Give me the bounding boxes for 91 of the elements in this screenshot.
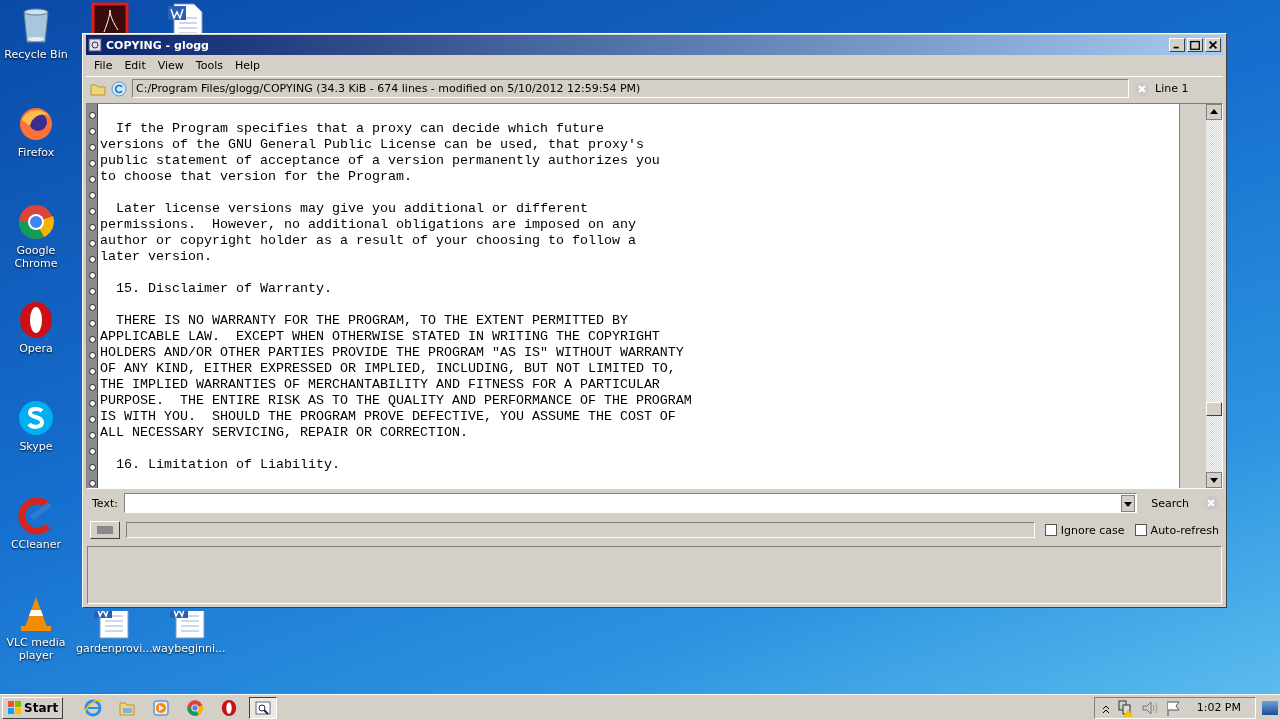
line-marker-dot: [89, 256, 96, 263]
text-line: author or copyright holder as a result of your choosing to follow a: [100, 233, 636, 248]
menu-item[interactable]: Edit: [118, 58, 152, 72]
network-warning-icon[interactable]: [1116, 698, 1135, 717]
text-line: THE IMPLIED WARRANTIES OF MERCHANTABILITY AND FITNESS FOR A PARTICULAR: [100, 377, 660, 392]
text-line: permissions. However, no additional obligations are imposed on any: [100, 217, 636, 232]
text-line: to choose that version for the Program.: [100, 169, 412, 184]
chrome-icon[interactable]: [16, 202, 56, 242]
text-line: IS WITH YOU. SHOULD THE PROGRAM PROVE DEFECTIVE, YOU ASSUME THE COST OF: [100, 409, 676, 424]
checkbox-label[interactable]: Ignore case: [1060, 523, 1125, 537]
chrome-icon: [186, 698, 205, 717]
window-title: COPYING - glogg: [106, 38, 210, 52]
opera-icon: [220, 698, 239, 717]
text-line: public statement of acceptance of a version permanently authorizes you: [100, 153, 660, 168]
menu-item[interactable]: Help: [228, 58, 267, 72]
minimize-button[interactable]: [1169, 38, 1185, 52]
internet-explorer-icon: [84, 698, 103, 717]
desktop-icon-label[interactable]: Recycle Bin: [0, 48, 72, 61]
text-line: If the Program specifies that a proxy can decide which future: [115, 121, 604, 136]
line-marker-dot: [89, 144, 96, 151]
line-marker-dot: [89, 224, 96, 231]
text-line: OF ANY KIND, EITHER EXPRESSED OR IMPLIED, INCLUDING, BUT NOT LIMITED TO,: [100, 361, 676, 376]
desktop-icon-label[interactable]: Google Chrome: [0, 244, 72, 270]
text-line: versions of the GNU General Public License can be used, that proxy's: [100, 137, 644, 152]
menu-item[interactable]: File: [88, 58, 119, 72]
text-line: 15. Disclaimer of Warranty.: [115, 281, 332, 296]
text-label: Text:: [92, 496, 118, 510]
line-number-label: Line 1: [1155, 82, 1190, 95]
media-player-icon: [152, 698, 171, 717]
word-document-icon[interactable]: [92, 611, 132, 640]
desktop-icon-label[interactable]: Opera: [0, 342, 72, 355]
taskbar-button[interactable]: [249, 696, 278, 719]
word-document-icon[interactable]: [168, 611, 208, 640]
text-line: HOLDERS AND/OR OTHER PARTIES PROVIDE THE PROGRAM "AS IS" WITHOUT WARRANTY: [100, 345, 684, 360]
text-line: PURPOSE. THE ENTIRE RISK AS TO THE QUALITY AND PERFORMANCE OF THE PROGRAM: [100, 393, 692, 408]
line-marker-dot: [89, 288, 96, 295]
file-info-field: C:/Program Files/glogg/COPYING (34.3 KiB - 674 lines - modified on 5/10/2012 12:59:54 PM): [132, 79, 1129, 98]
line-marker-dot: [89, 480, 96, 487]
flag-icon[interactable]: [1164, 698, 1181, 717]
line-marker-dot: [89, 128, 96, 135]
skype-icon[interactable]: [16, 398, 56, 438]
app-icon: [88, 38, 102, 52]
text-line: Later license versions may give you additional or different: [115, 201, 588, 216]
line-marker-dot: [89, 240, 96, 247]
line-marker-dot: [89, 400, 96, 407]
search-combo-field[interactable]: [123, 493, 1138, 513]
reload-icon[interactable]: [111, 80, 127, 97]
pdf-file-icon[interactable]: [90, 2, 130, 34]
desktop-icon-label[interactable]: Firefox: [0, 146, 72, 159]
line-marker-dot: [89, 448, 96, 455]
log-viewer-icon: [254, 698, 273, 717]
search-button[interactable]: Search: [1143, 494, 1197, 512]
line-marker-dot: [89, 432, 96, 439]
windows-logo-icon: [7, 699, 22, 716]
line-marker-dot: [89, 112, 96, 119]
desktop-icon-label[interactable]: CCleaner: [0, 538, 72, 551]
text-line: 16. Limitation of Liability.: [115, 457, 340, 472]
line-marker-dot: [89, 352, 96, 359]
line-marker-dot: [89, 176, 96, 183]
text-line: later version.: [100, 249, 212, 264]
menu-item[interactable]: Tools: [189, 58, 229, 72]
line-marker-dot: [89, 272, 96, 279]
text-line: ALL NECESSARY SERVICING, REPAIR OR CORRECTION.: [100, 425, 468, 440]
line-marker-dot: [89, 208, 96, 215]
line-marker-dot: [89, 368, 96, 375]
line-marker-dot: [89, 304, 96, 311]
word-document-icon[interactable]: [166, 2, 206, 34]
checkbox[interactable]: [1134, 524, 1147, 536]
clock[interactable]: 1:02 PM: [1196, 701, 1241, 714]
desktop-icon-label[interactable]: Skype: [0, 440, 72, 453]
menu-item[interactable]: View: [151, 58, 190, 72]
filter-toggle-button[interactable]: [90, 521, 120, 539]
start-button[interactable]: Start: [2, 696, 64, 719]
line-marker-dot: [89, 160, 96, 167]
close-button[interactable]: [1205, 38, 1221, 52]
maximize-button[interactable]: [1187, 38, 1203, 52]
desktop-icon-label[interactable]: VLC media player: [0, 636, 72, 662]
checkbox-label[interactable]: Auto-refresh: [1150, 523, 1219, 537]
line-marker-dot: [89, 336, 96, 343]
line-marker-dot: [89, 320, 96, 327]
line-marker-dot: [89, 384, 96, 391]
checkbox[interactable]: [1044, 524, 1057, 536]
text-line: THERE IS NO WARRANTY FOR THE PROGRAM, TO THE EXTENT PERMITTED BY: [115, 313, 628, 328]
line-marker-dot: [89, 416, 96, 423]
text-line: APPLICABLE LAW. EXCEPT WHEN OTHERWISE STATED IN WRITING THE COPYRIGHT: [100, 329, 660, 344]
scroll-thumb[interactable]: [1206, 402, 1222, 416]
line-marker-dot: [89, 464, 96, 471]
show-desktop-button[interactable]: [1262, 700, 1278, 715]
vertical-scrollbar[interactable]: [1206, 104, 1222, 488]
line-marker-dot: [89, 192, 96, 199]
desktop-icon-label[interactable]: waybeginni...: [152, 642, 224, 655]
